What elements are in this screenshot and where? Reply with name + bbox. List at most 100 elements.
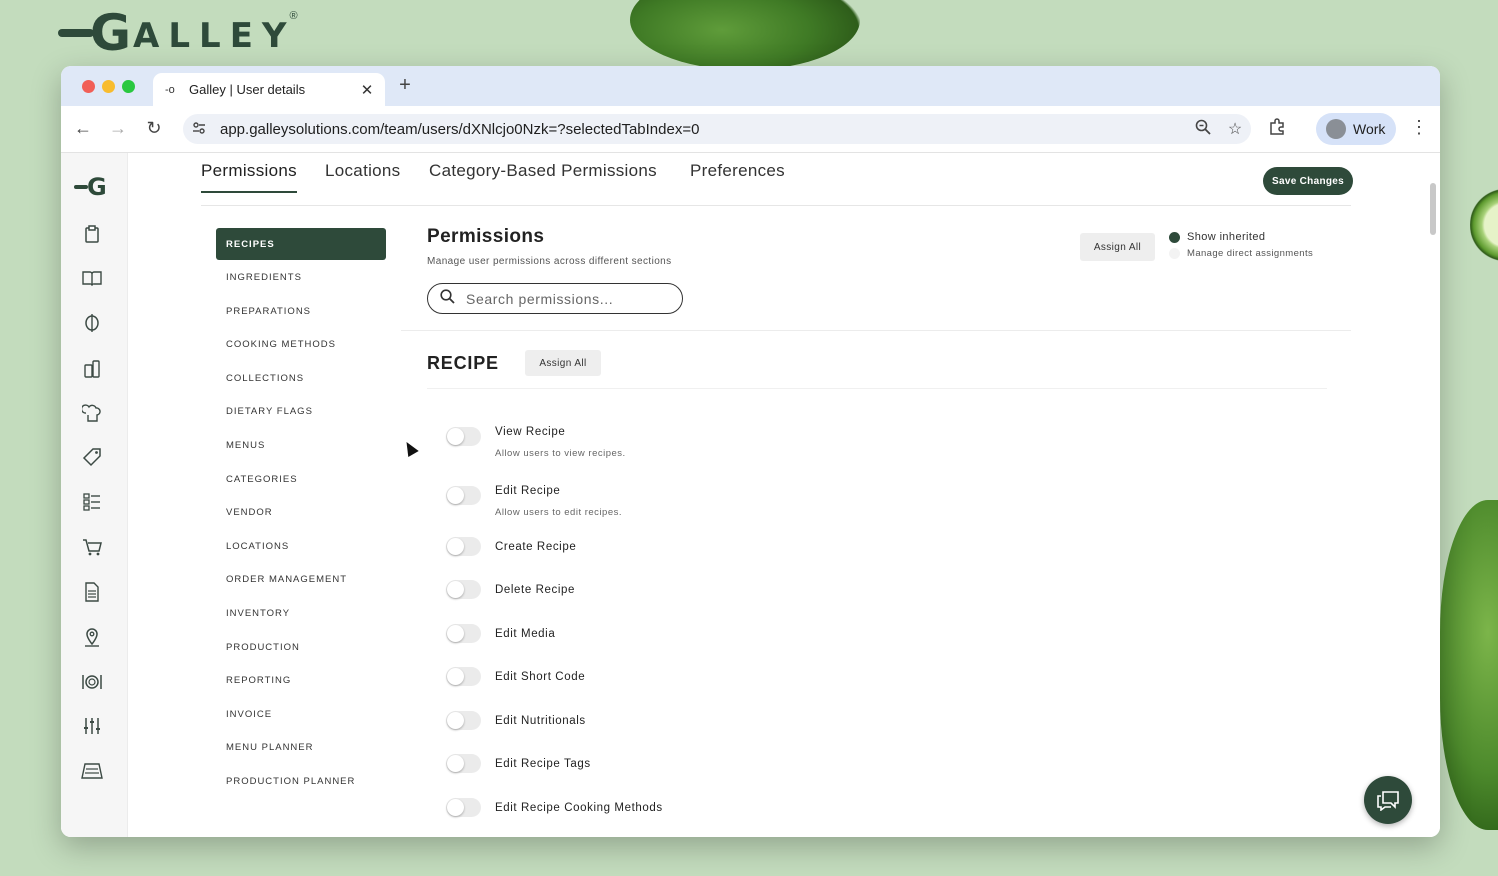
forward-button[interactable]: → [107,118,129,139]
browser-tab[interactable]: -o Galley | User details ✕ [153,73,385,106]
category-item-menu-planner[interactable]: MENU PLANNER [216,732,386,764]
search-input[interactable] [464,289,668,308]
avatar [1326,119,1346,139]
permission-name: Edit Short Code [495,671,586,683]
category-item-ingredients[interactable]: INGREDIENTS [216,262,386,294]
category-item-cooking-methods[interactable]: COOKING METHODS [216,329,386,361]
profile-button[interactable]: Work [1316,113,1396,145]
permission-toggle[interactable] [446,667,481,686]
chef-icon[interactable] [80,401,104,425]
galley-rail-logo[interactable]: G [74,173,107,201]
cucumber-decoration [1470,185,1498,265]
category-item-production-planner[interactable]: PRODUCTION PLANNER [216,766,386,798]
assign-all-button[interactable]: Assign All [1080,233,1155,261]
divider [401,330,1351,331]
new-tab-button[interactable]: + [395,74,415,97]
direct-dot-icon [1169,248,1180,259]
category-item-dietary-flags[interactable]: DIETARY FLAGS [216,396,386,428]
permission-toggle[interactable] [446,580,481,599]
permission-name: Edit Nutritionals [495,715,586,727]
clipboard-icon[interactable] [80,222,104,246]
search-box[interactable] [427,283,683,314]
browser-window: -o Galley | User details ✕ + ← → ↻ app.g… [61,66,1440,837]
permission-toggle[interactable] [446,486,481,505]
permission-toggle[interactable] [446,624,481,643]
section-assign-all-button[interactable]: Assign All [525,350,601,376]
mouse-cursor [401,438,419,458]
sliders-icon[interactable] [80,714,104,738]
location-pin-icon[interactable] [80,625,104,649]
tag-icon[interactable] [80,445,104,469]
document-icon[interactable] [80,580,104,604]
notebook-icon[interactable] [80,759,104,783]
category-item-preparations[interactable]: PREPARATIONS [216,295,386,327]
category-item-locations[interactable]: LOCATIONS [216,530,386,562]
checklist-icon[interactable] [80,490,104,514]
save-changes-button[interactable]: Save Changes [1263,167,1353,195]
category-item-inventory[interactable]: INVENTORY [216,598,386,630]
permission-name: Edit Recipe [495,485,561,497]
kale-decoration [630,0,860,70]
bottles-icon[interactable] [80,356,104,380]
permission-name: Create Recipe [495,541,577,553]
permission-name: Edit Media [495,628,556,640]
tab-preferences[interactable]: Preferences [690,161,785,191]
category-item-order-management[interactable]: ORDER MANAGEMENT [216,564,386,596]
icon-rail: G [61,153,128,837]
permission-toggle[interactable] [446,798,481,817]
permission-toggle[interactable] [446,711,481,730]
browser-toolbar: ← → ↻ app.galleysolutions.com/team/users… [61,106,1440,153]
site-settings-icon[interactable] [192,121,214,138]
galley-favicon-icon: -o [165,83,175,96]
extensions-icon[interactable] [1268,118,1286,141]
chat-icon [1377,791,1399,811]
browser-menu-icon[interactable]: ⋮ [1410,117,1428,138]
bookmark-star-icon[interactable]: ☆ [1219,119,1251,139]
tab-permissions[interactable]: Permissions [201,161,297,193]
minimize-window-button[interactable] [102,80,115,93]
legend-direct: Manage direct assignments [1169,248,1313,259]
category-item-categories[interactable]: CATEGORIES [216,463,386,495]
category-item-vendor[interactable]: VENDOR [216,497,386,529]
close-tab-icon[interactable]: ✕ [357,81,377,99]
profile-label: Work [1353,121,1386,137]
back-button[interactable]: ← [72,118,94,139]
chat-button[interactable] [1364,776,1412,824]
page-title: Permissions [427,226,545,247]
section-title: RECIPE [427,353,499,373]
category-item-menus[interactable]: MENUS [216,430,386,462]
key-icon [58,29,94,37]
tab-locations[interactable]: Locations [325,161,400,191]
permission-description: Allow users to edit recipes. [495,507,622,518]
permission-toggle[interactable] [446,427,481,446]
category-item-invoice[interactable]: INVOICE [216,698,386,730]
reload-button[interactable]: ↻ [143,118,165,139]
maximize-window-button[interactable] [122,80,135,93]
category-item-recipes[interactable]: RECIPES [216,228,386,260]
address-bar[interactable]: app.galleysolutions.com/team/users/dXNlc… [183,114,1251,144]
zoom-icon[interactable] [1187,119,1219,140]
galley-logo: G ALLEY ® [58,4,298,62]
book-icon[interactable] [80,266,104,290]
close-window-button[interactable] [82,80,95,93]
permission-toggle[interactable] [446,537,481,556]
category-item-production[interactable]: PRODUCTION [216,631,386,663]
category-item-reporting[interactable]: REPORTING [216,665,386,697]
permission-description: Allow users to view recipes. [495,448,626,459]
tab-title: Galley | User details [189,82,306,97]
permission-name: Delete Recipe [495,584,576,596]
category-list: RECIPES INGREDIENTS PREPARATIONS COOKING… [216,228,386,799]
page-subtitle: Manage user permissions across different… [427,256,672,267]
permission-toggle[interactable] [446,754,481,773]
tab-bar: -o Galley | User details ✕ + [61,66,1440,106]
url-text[interactable]: app.galleysolutions.com/team/users/dXNlc… [220,121,1187,138]
legend-inherited[interactable]: Show inherited [1169,231,1265,243]
plate-icon[interactable] [80,670,104,694]
tab-category-based-permissions[interactable]: Category-Based Permissions [429,161,657,191]
ingredient-icon[interactable] [80,311,104,335]
scrollbar[interactable] [1430,183,1436,235]
galley-app: G Permissions Locations Category-Based P… [61,153,1440,837]
cart-icon[interactable] [80,535,104,559]
category-item-collections[interactable]: COLLECTIONS [216,362,386,394]
search-icon [440,289,456,308]
